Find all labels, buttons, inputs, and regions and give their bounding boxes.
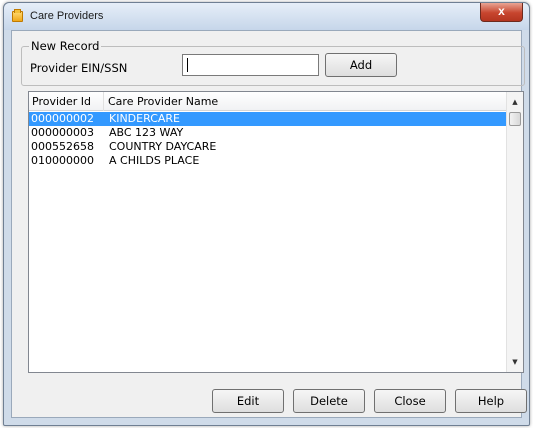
list-header: Provider Id Care Provider Name [29, 92, 506, 111]
dialog-body: New Record Provider EIN/SSN Add Provider… [11, 30, 527, 418]
provider-name-cell: A CHILDS PLACE [109, 154, 200, 167]
provider-ein-label: Provider EIN/SSN [30, 61, 128, 75]
scroll-down-arrow-icon[interactable]: ▼ [507, 354, 523, 370]
provider-name-cell: KINDERCARE [109, 112, 181, 125]
list-row[interactable]: 010000000 A CHILDS PLACE [29, 154, 506, 168]
list-rows: 000000002 KINDERCARE 000000003 ABC 123 WAY 0… [29, 112, 506, 168]
help-button[interactable]: Help [455, 389, 527, 413]
provider-ein-input[interactable] [182, 54, 319, 76]
provider-id-cell: 000552658 [31, 140, 94, 153]
folder-icon [12, 9, 23, 22]
window-close-button[interactable]: x [480, 3, 523, 22]
add-button[interactable]: Add [325, 53, 397, 77]
care-providers-window: Care Providers x New Record Provider EIN… [3, 2, 530, 426]
text-caret [187, 58, 188, 72]
window-title: Care Providers [30, 10, 104, 22]
new-record-legend: New Record [29, 39, 102, 53]
provider-name-cell: COUNTRY DAYCARE [109, 140, 217, 153]
column-header-provider-id[interactable]: Provider Id [32, 95, 91, 108]
provider-id-cell: 010000000 [31, 154, 94, 167]
list-row[interactable]: 000000002 KINDERCARE [29, 112, 506, 126]
column-header-care-provider-name[interactable]: Care Provider Name [108, 95, 218, 108]
vertical-scrollbar[interactable]: ▲ ▼ [506, 92, 523, 372]
scroll-thumb[interactable] [509, 112, 521, 126]
scroll-up-arrow-icon[interactable]: ▲ [507, 94, 523, 110]
list-row[interactable]: 000000003 ABC 123 WAY [29, 126, 506, 140]
edit-button[interactable]: Edit [212, 389, 284, 413]
title-bar[interactable]: Care Providers x [4, 3, 529, 30]
provider-id-cell: 000000002 [31, 112, 94, 125]
column-divider[interactable] [103, 92, 104, 111]
provider-id-cell: 000000003 [31, 126, 94, 139]
close-button[interactable]: Close [374, 389, 446, 413]
list-row[interactable]: 000552658 COUNTRY DAYCARE [29, 140, 506, 154]
providers-list[interactable]: Provider Id Care Provider Name 000000002… [28, 91, 524, 373]
provider-name-cell: ABC 123 WAY [109, 126, 184, 139]
delete-button[interactable]: Delete [293, 389, 365, 413]
